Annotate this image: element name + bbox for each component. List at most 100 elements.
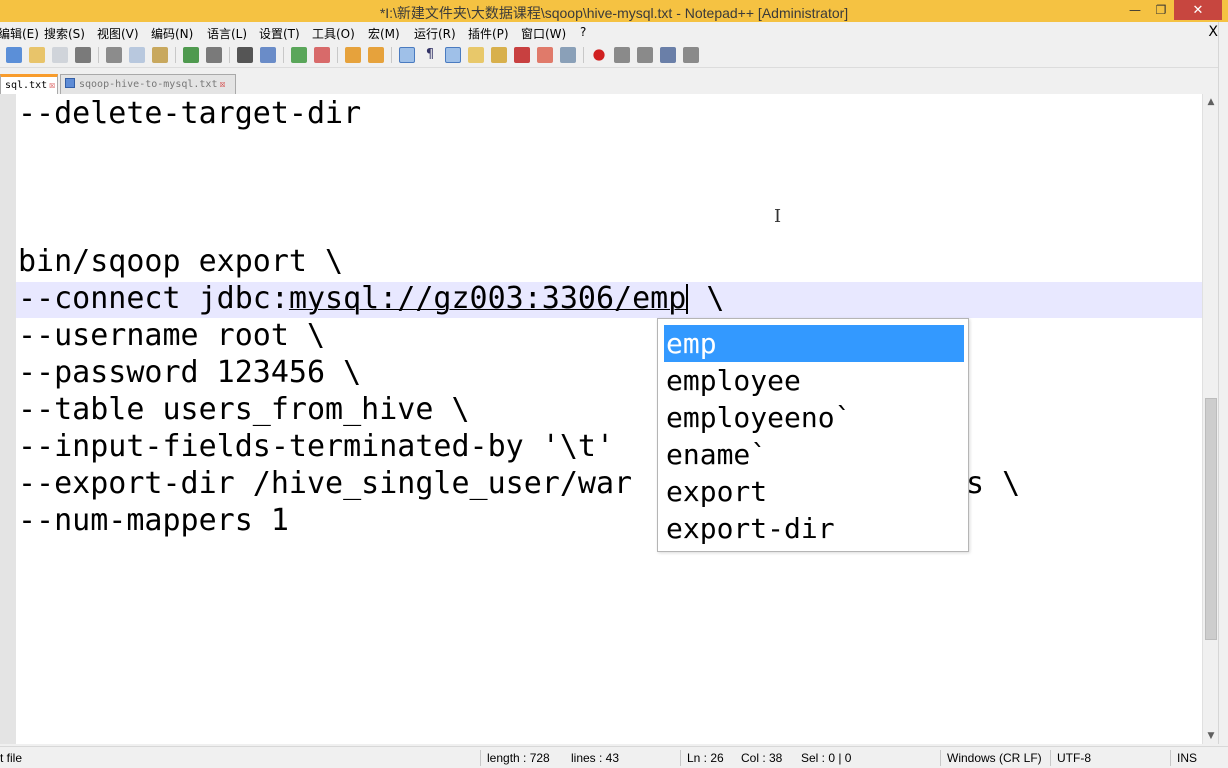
zoom-out-icon[interactable]: [314, 47, 330, 63]
saved-file-icon: [65, 78, 75, 88]
menu-settings[interactable]: 设置(T): [259, 25, 300, 42]
save-macro-icon[interactable]: [683, 47, 699, 63]
outer-scrollbar-strip: [1218, 22, 1228, 744]
record-macro-icon[interactable]: [593, 49, 605, 61]
menu-bar: 编辑(E) 搜索(S) 视图(V) 编码(N) 语言(L) 设置(T) 工具(O…: [0, 22, 1228, 42]
show-all-chars-icon[interactable]: ¶: [422, 47, 438, 63]
toolbar-separator: [175, 47, 176, 63]
status-selection: Sel : 0 | 0: [801, 751, 852, 765]
cut-icon[interactable]: [106, 47, 122, 63]
print-icon[interactable]: [75, 47, 91, 63]
code-line[interactable]: --num-mappers 1: [18, 502, 289, 539]
code-line[interactable]: --input-fields-terminated-by '\t': [18, 428, 614, 465]
code-line[interactable]: --delete-target-dir: [18, 95, 361, 132]
toolbar-separator: [98, 47, 99, 63]
code-line[interactable]: --export-dir /hive_single_user/war: [18, 465, 632, 502]
tab-sql-txt[interactable]: sql.txt ☒: [0, 74, 58, 94]
title-bar: *I:\新建文件夹\大数据课程\sqoop\hive-mysql.txt - N…: [0, 0, 1228, 22]
autocomplete-item[interactable]: ename`: [664, 436, 964, 473]
menu-view[interactable]: 视图(V): [97, 25, 139, 42]
code-text: \: [688, 281, 725, 316]
minimize-icon[interactable]: —: [1122, 0, 1148, 20]
restore-icon[interactable]: ❐: [1148, 0, 1174, 20]
menu-tools[interactable]: 工具(O): [312, 25, 355, 42]
paste-icon[interactable]: [152, 47, 168, 63]
code-line[interactable]: --password 123456 \: [18, 354, 361, 391]
close-document-button[interactable]: X: [1208, 24, 1218, 40]
autocomplete-item[interactable]: export-dir: [664, 510, 964, 547]
menu-language[interactable]: 语言(L): [207, 25, 247, 42]
status-bar: t file length : 728 lines : 43 Ln : 26 C…: [0, 746, 1228, 768]
doc-map-icon[interactable]: [491, 47, 507, 63]
autocomplete-item[interactable]: export: [664, 473, 964, 510]
indent-guide-icon[interactable]: [445, 47, 461, 63]
status-eol[interactable]: Windows (CR LF): [947, 751, 1042, 765]
text-editor[interactable]: --delete-target-dir bin/sqoop export \ -…: [0, 94, 1218, 744]
menu-search[interactable]: 搜索(S): [44, 25, 85, 42]
status-divider: [940, 750, 941, 766]
status-encoding[interactable]: UTF-8: [1057, 751, 1091, 765]
tab-label: sql.txt: [5, 80, 48, 91]
menu-help[interactable]: ?: [580, 25, 586, 39]
word-wrap-icon[interactable]: [399, 47, 415, 63]
scrollbar-thumb[interactable]: [1205, 398, 1217, 640]
play-macro-icon[interactable]: [637, 47, 653, 63]
run-macro-multiple-icon[interactable]: [660, 47, 676, 63]
menu-encoding[interactable]: 编码(N): [151, 25, 193, 42]
open-file-icon[interactable]: [29, 47, 45, 63]
status-length: length : 728: [487, 751, 550, 765]
autocomplete-popup[interactable]: emp employee employeeno` ename` export e…: [657, 318, 969, 552]
toolbar-separator: [337, 47, 338, 63]
menu-macro[interactable]: 宏(M): [368, 25, 400, 42]
status-file-type: t file: [0, 751, 23, 765]
scroll-up-icon[interactable]: ▲: [1203, 94, 1219, 110]
close-tab-icon[interactable]: ☒: [219, 79, 225, 90]
status-insert-mode[interactable]: INS: [1177, 751, 1197, 765]
toolbar-separator: [229, 47, 230, 63]
find-icon[interactable]: [237, 47, 253, 63]
status-column: Col : 38: [741, 751, 783, 765]
status-lines: lines : 43: [571, 751, 620, 765]
tab-sqoop-hive-to-mysql[interactable]: sqoop-hive-to-mysql.txt ☒: [60, 74, 236, 94]
user-language-icon[interactable]: [468, 47, 484, 63]
code-line-tail: s \: [966, 466, 1021, 501]
toolbar-separator: [391, 47, 392, 63]
editor-margin: [0, 94, 16, 744]
zoom-in-icon[interactable]: [291, 47, 307, 63]
code-line[interactable]: bin/sqoop export \: [18, 243, 343, 280]
new-file-icon[interactable]: [6, 47, 22, 63]
toolbar-separator: [283, 47, 284, 63]
status-divider: [1050, 750, 1051, 766]
code-text: --connect jdbc:: [18, 281, 289, 316]
close-tab-icon[interactable]: ☒: [49, 80, 55, 91]
code-text: --export-dir /hive_single_user/war: [18, 466, 633, 501]
scroll-down-icon[interactable]: ▼: [1203, 728, 1219, 744]
copy-icon[interactable]: [129, 47, 145, 63]
spell-underlined-text: mysql://gz003:3306/emp: [288, 281, 687, 316]
sync-vertical-icon[interactable]: [345, 47, 361, 63]
close-icon[interactable]: ✕: [1174, 0, 1222, 20]
menu-edit[interactable]: 编辑(E): [0, 25, 39, 42]
replace-icon[interactable]: [260, 47, 276, 63]
monitor-icon[interactable]: [560, 47, 576, 63]
redo-icon[interactable]: [206, 47, 222, 63]
window-title: *I:\新建文件夹\大数据课程\sqoop\hive-mysql.txt - N…: [379, 5, 849, 21]
code-line-current[interactable]: --connect jdbc:mysql://gz003:3306/emp \: [18, 280, 724, 317]
autocomplete-item[interactable]: employee: [664, 362, 964, 399]
stop-macro-icon[interactable]: [614, 47, 630, 63]
save-icon[interactable]: [52, 47, 68, 63]
function-list-icon[interactable]: [514, 47, 530, 63]
code-line[interactable]: --table users_from_hive \: [18, 391, 470, 428]
autocomplete-item[interactable]: emp: [664, 325, 964, 362]
tab-label: sqoop-hive-to-mysql.txt: [79, 79, 218, 90]
folder-workspace-icon[interactable]: [537, 47, 553, 63]
toolbar-separator: [583, 47, 584, 63]
menu-window[interactable]: 窗口(W): [521, 25, 566, 42]
code-line[interactable]: --username root \: [18, 317, 325, 354]
menu-plugins[interactable]: 插件(P): [468, 25, 509, 42]
menu-run[interactable]: 运行(R): [414, 25, 456, 42]
undo-icon[interactable]: [183, 47, 199, 63]
vertical-scrollbar[interactable]: ▲ ▼: [1202, 94, 1218, 744]
sync-horizontal-icon[interactable]: [368, 47, 384, 63]
autocomplete-item[interactable]: employeeno`: [664, 399, 964, 436]
